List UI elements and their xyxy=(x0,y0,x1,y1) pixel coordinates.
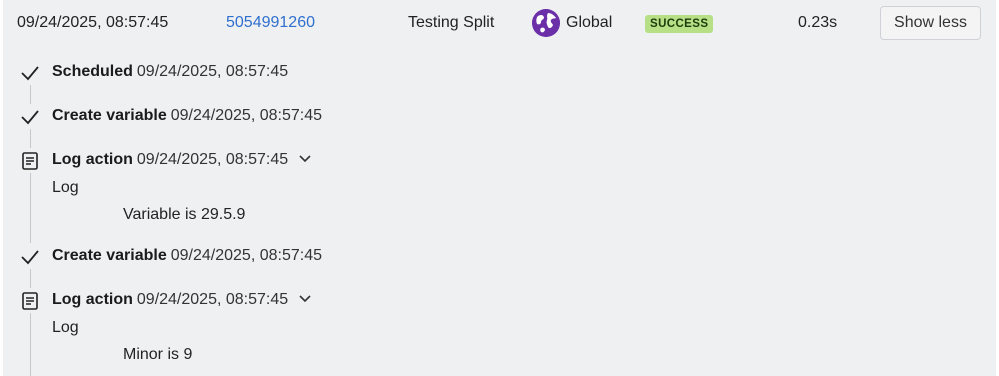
show-less-button[interactable]: Show less xyxy=(880,6,981,40)
step-title: Log action 09/24/2025, 08:57:45 xyxy=(52,290,312,310)
log-message: Variable is 29.5.9 xyxy=(123,206,246,223)
step-timestamp: 09/24/2025, 08:57:45 xyxy=(136,63,289,80)
step-name: Create variable xyxy=(52,247,167,264)
check-icon xyxy=(19,106,41,128)
globe-icon xyxy=(532,9,560,37)
chevron-down-icon[interactable] xyxy=(298,150,312,170)
run-id-link[interactable]: 5054991260 xyxy=(226,13,315,33)
log-message: Minor is 9 xyxy=(123,346,193,363)
timeline-connector xyxy=(30,313,31,376)
run-header-row: 09/24/2025, 08:57:45 5054991260 Testing … xyxy=(3,0,996,46)
step-title: Create variable 09/24/2025, 08:57:45 xyxy=(52,246,322,266)
step-name: Log action xyxy=(52,291,133,309)
step-title: Create variable 09/24/2025, 08:57:45 xyxy=(52,106,322,126)
step-title: Scheduled 09/24/2025, 08:57:45 xyxy=(52,62,288,82)
log-label: Log xyxy=(52,179,79,196)
check-icon xyxy=(19,246,41,268)
timeline-connector xyxy=(30,129,31,148)
step-name: Scheduled xyxy=(52,63,133,80)
chevron-down-icon[interactable] xyxy=(298,290,312,310)
step-timestamp: 09/24/2025, 08:57:45 xyxy=(136,151,289,169)
environment: Global xyxy=(532,8,612,38)
check-icon xyxy=(19,62,41,84)
timeline-connector xyxy=(30,269,31,288)
run-date: 09/24/2025, 08:57:45 xyxy=(17,14,169,31)
step-timestamp: 09/24/2025, 08:57:45 xyxy=(170,247,322,264)
step-timestamp: 09/24/2025, 08:57:45 xyxy=(170,107,322,124)
step-name: Log action xyxy=(52,151,133,169)
step-timestamp: 09/24/2025, 08:57:45 xyxy=(136,291,289,309)
step-title: Log action 09/24/2025, 08:57:45 xyxy=(52,150,312,170)
log-icon xyxy=(19,150,41,172)
timeline-connector xyxy=(30,85,31,104)
step-name: Create variable xyxy=(52,107,167,124)
log-label: Log xyxy=(52,319,79,336)
timeline-connector xyxy=(30,173,31,243)
run-duration: 0.23s xyxy=(798,14,838,31)
workflow-name: Testing Split xyxy=(408,14,495,31)
status-badge: SUCCESS xyxy=(645,15,714,33)
environment-label: Global xyxy=(566,14,613,31)
log-icon xyxy=(19,290,41,312)
run-detail-panel: 09/24/2025, 08:57:45 5054991260 Testing … xyxy=(3,0,996,376)
